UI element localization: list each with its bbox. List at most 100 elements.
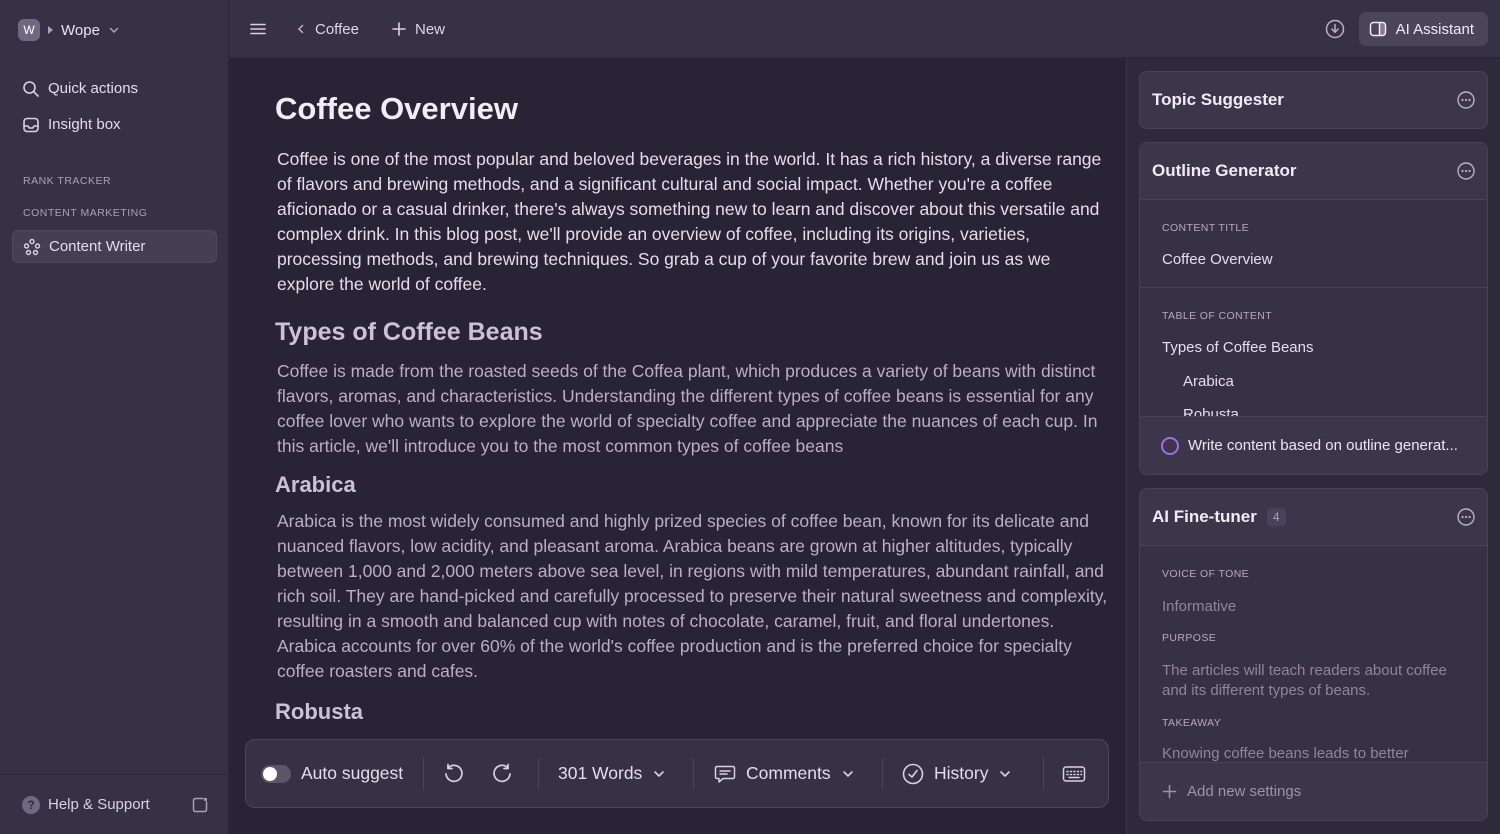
ai-fine-tuner-card[interactable]: AI Fine-tuner 4 VOICE OF TONE Informativ…	[1139, 488, 1488, 821]
card-header[interactable]: Outline Generator	[1140, 143, 1487, 199]
ai-assistant-label: AI Assistant	[1395, 20, 1474, 38]
write-content-action[interactable]: Write content based on outline generat..…	[1140, 416, 1487, 474]
types-paragraph[interactable]: Coffee is made from the roasted seeds of…	[277, 359, 1110, 459]
card-title: Topic Suggester	[1152, 90, 1284, 109]
help-label: Help & Support	[48, 796, 150, 813]
heading-arabica[interactable]: Arabica	[275, 471, 1110, 499]
new-label: New	[415, 20, 446, 38]
chevron-down-icon	[654, 770, 665, 777]
divider	[423, 758, 424, 790]
sidebar-footer: ? Help & Support	[0, 774, 229, 834]
undo-button[interactable]	[442, 740, 464, 807]
comment-icon	[714, 765, 736, 783]
chevron-down-icon	[1000, 770, 1011, 777]
breadcrumb[interactable]: Coffee	[295, 0, 359, 58]
chevron-left-icon	[297, 24, 304, 34]
heading-types[interactable]: Types of Coffee Beans	[275, 317, 1110, 347]
chevron-down-icon	[842, 770, 853, 777]
more-options-icon[interactable]	[1457, 91, 1475, 109]
purpose-label: PURPOSE	[1162, 632, 1217, 644]
sidebar-item-label: Quick actions	[48, 80, 139, 97]
toc-item[interactable]: Robusta	[1183, 406, 1239, 416]
intro-paragraph[interactable]: Coffee is one of the most popular and be…	[277, 147, 1110, 297]
toc-label: TABLE OF CONTENT	[1162, 310, 1273, 322]
new-button[interactable]: New	[391, 0, 445, 58]
arabica-paragraph[interactable]: Arabica is the most widely consumed and …	[277, 509, 1110, 684]
document[interactable]: Coffee Overview Coffee is one of the mos…	[275, 91, 1110, 736]
plus-icon	[1162, 784, 1177, 799]
history-label: History	[934, 763, 989, 783]
plus-icon	[392, 22, 406, 36]
caret-right-icon	[48, 26, 53, 34]
hamburger-icon	[250, 23, 266, 35]
chevron-down-icon	[109, 27, 119, 34]
clock-icon	[902, 763, 924, 784]
word-count-dropdown[interactable]: 301 Words	[558, 740, 666, 807]
card-header[interactable]: AI Fine-tuner 4	[1140, 489, 1487, 545]
sidebar-item-quick-actions[interactable]: Quick actions	[12, 72, 217, 105]
voice-value[interactable]: Informative	[1162, 598, 1236, 615]
fine-tuner-body: VOICE OF TONE Informative PURPOSE The ar…	[1140, 545, 1487, 762]
divider	[538, 758, 539, 790]
history-dropdown[interactable]: History	[902, 740, 1012, 807]
divider	[882, 758, 883, 790]
outline-body: CONTENT TITLE Coffee Overview TABLE OF C…	[1140, 199, 1487, 416]
help-icon: ?	[22, 795, 40, 814]
editor-toolbar: Auto suggest 301 Words Comments History	[245, 739, 1109, 808]
card-title: AI Fine-tuner 4	[1152, 507, 1286, 527]
toc-item[interactable]: Arabica	[1183, 373, 1234, 390]
word-count-label: 301 Words	[558, 763, 643, 783]
add-new-settings-button[interactable]: Add new settings	[1140, 762, 1487, 820]
sidebar-item-content-writer[interactable]: Content Writer	[12, 230, 217, 263]
undo-icon	[445, 763, 463, 782]
section-label-content-marketing[interactable]: CONTENT MARKETING	[23, 207, 147, 219]
redo-button[interactable]	[492, 740, 514, 807]
download-button[interactable]	[1325, 0, 1345, 58]
outline-generator-card[interactable]: Outline Generator CONTENT TITLE Coffee O…	[1139, 142, 1488, 475]
editor-area[interactable]: Coffee Overview Coffee is one of the mos…	[230, 59, 1126, 834]
card-header[interactable]: Topic Suggester	[1140, 72, 1487, 128]
takeaway-value[interactable]: Knowing coffee beans leads to better	[1162, 745, 1409, 762]
auto-suggest-toggle[interactable]: Auto suggest	[261, 740, 403, 807]
keyboard-button[interactable]	[1062, 740, 1086, 807]
writer-icon	[23, 238, 41, 255]
inbox-icon	[23, 117, 39, 132]
topic-suggester-card[interactable]: Topic Suggester	[1139, 71, 1488, 129]
sidebar-item-insight-box[interactable]: Insight box	[12, 108, 217, 141]
content-title-value[interactable]: Coffee Overview	[1162, 251, 1273, 268]
top-bar: Coffee New AI Assistant	[229, 0, 1500, 58]
toggle-switch[interactable]	[261, 764, 291, 783]
download-icon	[1325, 19, 1345, 39]
document-title[interactable]: Coffee Overview	[275, 91, 1110, 127]
search-icon	[23, 80, 39, 97]
workspace-avatar: W	[18, 19, 40, 41]
menu-button[interactable]	[249, 0, 267, 58]
more-options-icon[interactable]	[1457, 508, 1475, 526]
workspace-name: Wope	[61, 21, 100, 39]
sidebar-item-label: Content Writer	[49, 238, 146, 255]
more-options-icon[interactable]	[1457, 162, 1475, 180]
divider	[1043, 758, 1044, 790]
write-content-label: Write content based on outline generat..…	[1188, 437, 1458, 454]
help-support-link[interactable]: ? Help & Support	[22, 795, 150, 814]
comments-dropdown[interactable]: Comments	[714, 740, 855, 807]
panel-icon	[1369, 21, 1386, 37]
auto-suggest-label: Auto suggest	[301, 763, 404, 783]
sidebar-item-label: Insight box	[48, 116, 121, 133]
heading-robusta[interactable]: Robusta	[275, 698, 1110, 726]
redo-icon	[493, 763, 511, 782]
compose-icon[interactable]	[191, 796, 209, 814]
add-new-settings-label: Add new settings	[1187, 783, 1302, 800]
toc-item[interactable]: Types of Coffee Beans	[1162, 339, 1314, 356]
divider	[1140, 287, 1487, 288]
ai-assistant-button[interactable]: AI Assistant	[1358, 12, 1488, 46]
breadcrumb-label: Coffee	[315, 20, 359, 38]
divider	[693, 758, 694, 790]
workspace-switcher[interactable]: W Wope	[18, 18, 120, 42]
takeaway-label: TAKEAWAY	[1162, 717, 1222, 729]
section-label-rank-tracker[interactable]: RANK TRACKER	[23, 175, 111, 187]
ai-assistant-panel: Topic Suggester Outline Generator CONTEN…	[1126, 59, 1500, 834]
purpose-value[interactable]: The articles will teach readers about co…	[1162, 661, 1452, 701]
voice-label: VOICE OF TONE	[1162, 568, 1250, 580]
comments-label: Comments	[746, 763, 831, 783]
